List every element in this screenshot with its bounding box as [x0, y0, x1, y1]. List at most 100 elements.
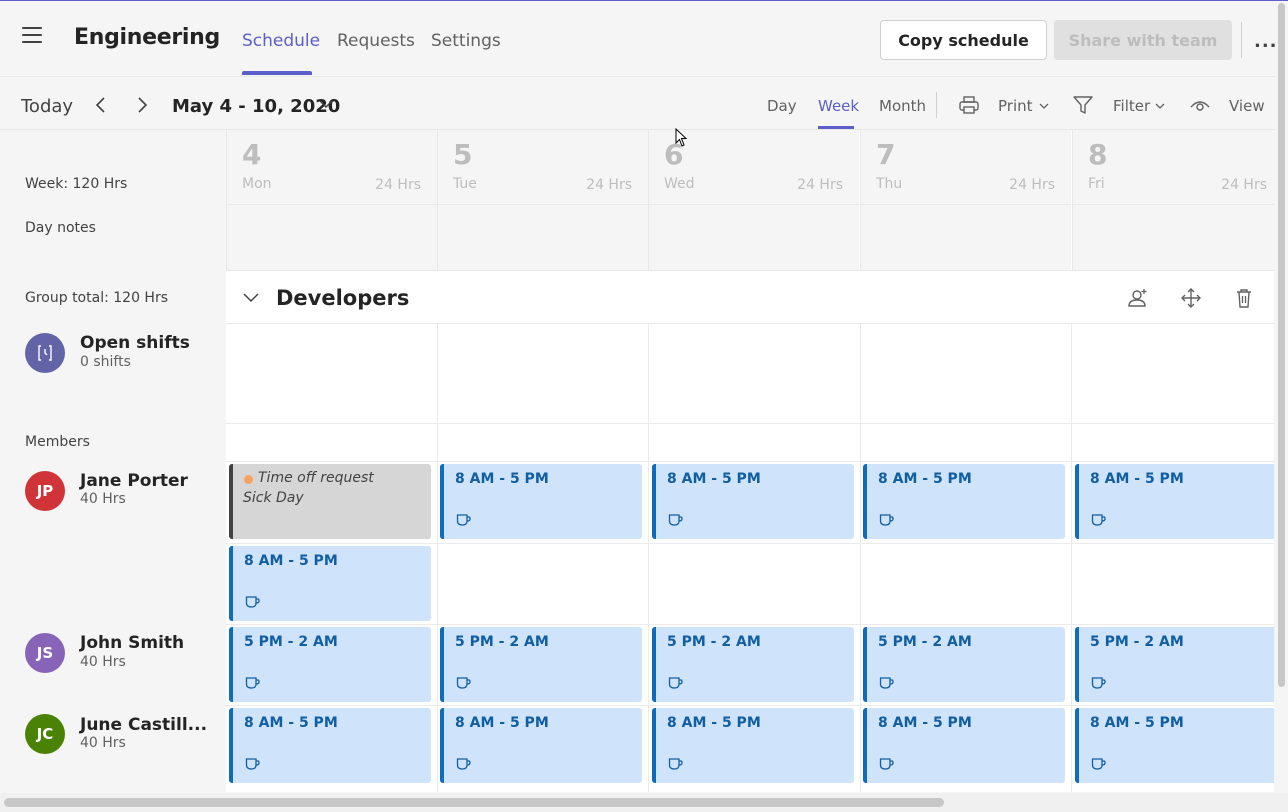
break-cup-icon: [879, 758, 894, 770]
today-button[interactable]: Today: [21, 96, 73, 117]
break-cup-icon: [668, 758, 683, 770]
shift-time: 5 PM - 2 AM: [878, 634, 972, 650]
vertical-scroll-thumb[interactable]: [1278, 3, 1285, 687]
open-shifts-label[interactable]: Open shifts: [80, 333, 190, 353]
column-divider: [437, 324, 438, 792]
open-shifts-count: 0 shifts: [80, 354, 131, 370]
time-off-card[interactable]: Time off request Sick Day: [229, 464, 431, 539]
date-range-picker[interactable]: May 4 - 10, 2020: [172, 96, 340, 117]
day-name: Thu: [876, 176, 903, 192]
member-name[interactable]: Jane Porter: [80, 471, 188, 491]
tab-requests[interactable]: Requests: [337, 31, 415, 51]
shift-time: 8 AM - 5 PM: [244, 553, 338, 569]
break-cup-icon: [1091, 514, 1106, 526]
group-total: Group total: 120 Hrs: [25, 290, 169, 306]
row-divider: [226, 624, 1274, 625]
day-header-tue[interactable]: 5 Tue 24 Hrs: [437, 130, 648, 204]
add-member-icon[interactable]: [1127, 287, 1149, 309]
day-header-mon[interactable]: 4 Mon 24 Hrs: [226, 130, 437, 204]
chevron-down-icon[interactable]: [242, 291, 260, 303]
share-with-team-button[interactable]: Share with team: [1054, 20, 1232, 60]
day-hours: 24 Hrs: [1009, 177, 1055, 193]
shift-card[interactable]: 8 AM - 5 PM: [1075, 708, 1274, 783]
shift-card[interactable]: 5 PM - 2 AM: [1075, 627, 1274, 702]
view-day[interactable]: Day: [767, 97, 797, 115]
day-note-cell[interactable]: [226, 204, 437, 270]
avatar[interactable]: JP: [25, 471, 65, 511]
chevron-down-icon[interactable]: [1039, 102, 1049, 110]
view-button[interactable]: View: [1229, 97, 1265, 115]
eye-icon[interactable]: [1189, 94, 1211, 116]
day-note-cell[interactable]: [648, 204, 859, 270]
chevron-down-icon[interactable]: [1155, 102, 1165, 110]
break-cup-icon: [456, 758, 471, 770]
view-month[interactable]: Month: [879, 97, 926, 115]
day-note-cell[interactable]: [860, 204, 1071, 270]
view-week[interactable]: Week: [818, 97, 859, 115]
tab-settings[interactable]: Settings: [431, 31, 501, 51]
team-title: Engineering: [74, 25, 220, 50]
hamburger-menu-icon[interactable]: [22, 27, 42, 43]
day-number: 5: [453, 138, 473, 171]
shift-card[interactable]: 8 AM - 5 PM: [863, 464, 1065, 539]
active-tab-indicator: [242, 71, 312, 75]
shift-time: 8 AM - 5 PM: [667, 715, 761, 731]
filter-button[interactable]: Filter: [1113, 97, 1150, 115]
day-name: Mon: [242, 176, 272, 192]
previous-week-icon[interactable]: [93, 96, 109, 114]
shift-card[interactable]: 8 AM - 5 PM: [652, 464, 854, 539]
break-cup-icon: [245, 758, 260, 770]
day-header-thu[interactable]: 7 Thu 24 Hrs: [860, 130, 1071, 204]
day-name: Wed: [664, 176, 695, 192]
copy-schedule-button[interactable]: Copy schedule: [880, 20, 1047, 60]
break-cup-icon: [456, 677, 471, 689]
avatar[interactable]: JC: [25, 714, 65, 754]
day-hours: 24 Hrs: [375, 177, 421, 193]
row-divider: [226, 543, 1274, 544]
day-hours: 24 Hrs: [797, 177, 843, 193]
day-hours: 24 Hrs: [1221, 177, 1267, 193]
member-name[interactable]: John Smith: [80, 633, 184, 653]
shift-card[interactable]: 8 AM - 5 PM: [229, 708, 431, 783]
shift-card[interactable]: 8 AM - 5 PM: [440, 464, 642, 539]
shift-card[interactable]: 8 AM - 5 PM: [1075, 464, 1274, 539]
day-note-cell[interactable]: [437, 204, 648, 270]
delete-icon[interactable]: [1233, 287, 1255, 309]
print-button[interactable]: Print: [998, 97, 1033, 115]
vertical-scrollbar[interactable]: [1276, 1, 1288, 793]
break-cup-icon: [456, 514, 471, 526]
shift-card[interactable]: 5 PM - 2 AM: [863, 627, 1065, 702]
shift-card[interactable]: 8 AM - 5 PM: [440, 708, 642, 783]
shift-time: 8 AM - 5 PM: [244, 715, 338, 731]
member-name[interactable]: June Castill...: [80, 715, 207, 735]
week-total: Week: 120 Hrs: [25, 176, 128, 192]
horizontal-scrollbar[interactable]: [0, 793, 1288, 812]
break-cup-icon: [1091, 677, 1106, 689]
column-divider: [1071, 324, 1072, 792]
group-name[interactable]: Developers: [276, 286, 409, 310]
header-bar: Engineering Schedule Requests Settings C…: [0, 1, 1288, 77]
move-icon[interactable]: [1180, 287, 1202, 309]
shift-card[interactable]: 8 AM - 5 PM: [863, 708, 1065, 783]
shift-card[interactable]: 8 AM - 5 PM: [652, 708, 854, 783]
more-options-icon[interactable]: ...: [1254, 31, 1278, 52]
filter-icon[interactable]: [1072, 94, 1094, 116]
tab-schedule[interactable]: Schedule: [242, 31, 320, 51]
shift-card[interactable]: 5 PM - 2 AM: [440, 627, 642, 702]
horizontal-scroll-thumb[interactable]: [4, 798, 944, 807]
shift-time: 5 PM - 2 AM: [1090, 634, 1184, 650]
day-note-cell[interactable]: [1072, 204, 1274, 270]
day-header-fri[interactable]: 8 Fri 24 Hrs: [1072, 130, 1274, 204]
print-icon[interactable]: [958, 94, 980, 116]
shift-time: 8 AM - 5 PM: [878, 471, 972, 487]
avatar[interactable]: JS: [25, 633, 65, 673]
shift-card[interactable]: 5 PM - 2 AM: [229, 627, 431, 702]
break-cup-icon: [245, 677, 260, 689]
pending-status-dot: [244, 475, 253, 484]
member-hours: 40 Hrs: [80, 491, 126, 507]
chevron-down-icon[interactable]: [318, 98, 334, 110]
shift-card[interactable]: 8 AM - 5 PM: [229, 546, 431, 621]
shift-card[interactable]: 5 PM - 2 AM: [652, 627, 854, 702]
next-week-icon[interactable]: [134, 96, 150, 114]
time-off-label: Time off request: [258, 470, 374, 486]
